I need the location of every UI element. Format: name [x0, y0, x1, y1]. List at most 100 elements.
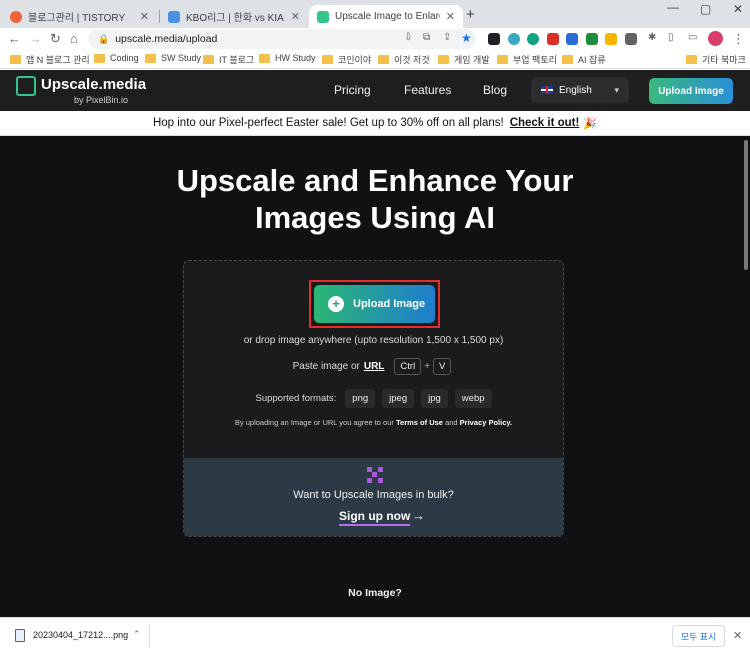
uk-flag-icon: [541, 86, 553, 94]
bookmark-star-icon[interactable]: ★: [461, 31, 472, 45]
close-icon[interactable]: ✕: [733, 629, 742, 642]
folder-icon: [259, 53, 270, 63]
paste-row: Paste image or URL Ctrl + V: [184, 358, 563, 375]
folder-icon: [438, 55, 449, 64]
bookmark-item[interactable]: 부업 팩토리: [497, 53, 557, 66]
translate-icon[interactable]: ⧉: [423, 32, 430, 43]
folder-icon: [562, 55, 573, 64]
bookmarks-bar: 앱 N 블로그 관리 Coding SW Study IT 블로그 HW Stu…: [0, 50, 750, 69]
supported-formats: Supported formats: png jpeg jpg webp: [184, 389, 563, 408]
terms-prefix: By uploading an Image or URL you agree t…: [234, 418, 394, 427]
back-icon[interactable]: ←: [8, 31, 21, 46]
logo-text[interactable]: Upscale.media: [41, 76, 146, 93]
site-header: Upscale.media by PixelBin.io Pricing Fea…: [0, 70, 750, 111]
plus-icon: +: [328, 296, 344, 312]
bookmark-item[interactable]: 이것 저것: [378, 53, 430, 66]
install-icon[interactable]: ⇩: [404, 32, 412, 43]
bookmark-label: 코인이야: [338, 55, 372, 65]
bookmark-item[interactable]: Coding: [94, 53, 139, 63]
download-file-name[interactable]: 20230404_17212....png: [33, 630, 128, 640]
extension-icon[interactable]: [488, 33, 500, 45]
upscale-favicon-icon: [317, 10, 329, 23]
forward-icon[interactable]: →: [29, 31, 42, 46]
bookmark-label: 이것 저것: [394, 55, 430, 65]
reading-list-icon[interactable]: ▭: [688, 32, 697, 43]
chevron-up-icon[interactable]: ⌃: [133, 629, 141, 640]
bookmark-label: 앱 N 블로그 관리: [26, 55, 90, 65]
restore-icon[interactable]: ▢: [700, 2, 711, 16]
upload-dropzone[interactable]: + Upload Image or drop image anywhere (u…: [183, 260, 564, 537]
divider: [149, 624, 150, 648]
privacy-policy-link[interactable]: Privacy Policy.: [460, 418, 512, 427]
address-bar[interactable]: 🔒 upscale.media/upload: [88, 29, 476, 49]
nav-pricing[interactable]: Pricing: [334, 83, 371, 97]
extension-icon[interactable]: [527, 33, 539, 45]
bookmark-item[interactable]: 게임 개발: [438, 53, 490, 66]
promo-banner: Hop into our Pixel-perfect Easter sale! …: [0, 111, 750, 136]
daum-favicon-icon: [168, 10, 180, 23]
tab-kbo[interactable]: KBO리그 | 한화 vs KIA | 다음스포 ✕: [160, 5, 308, 28]
extension-icon[interactable]: [508, 33, 520, 45]
extensions-puzzle-icon[interactable]: ✱: [648, 32, 656, 43]
upload-image-button[interactable]: + Upload Image: [314, 285, 435, 323]
bulk-grid-icon: [367, 467, 383, 483]
promo-cta-link[interactable]: Check it out!: [510, 117, 580, 129]
bookmark-item[interactable]: HW Study: [259, 53, 316, 63]
window-close-icon[interactable]: ✕: [733, 2, 743, 16]
terms-of-use-link[interactable]: Terms of Use: [396, 418, 443, 427]
bookmark-label: Coding: [110, 53, 139, 63]
bookmark-item[interactable]: 앱 N 블로그 관리: [10, 53, 90, 66]
bookmark-item-other[interactable]: 기타 북마크: [686, 53, 746, 66]
folder-icon: [10, 55, 21, 64]
share-icon[interactable]: ⇪: [443, 32, 451, 43]
logo-upscale-icon[interactable]: [16, 76, 36, 96]
sign-up-link[interactable]: Sign up now: [339, 509, 411, 526]
nav-blog[interactable]: Blog: [483, 83, 507, 97]
tab-upscale[interactable]: Upscale Image to Enlarge & Enh ✕: [309, 5, 463, 28]
download-bar: 20230404_17212....png ⌃ 모두 표시 ✕: [0, 617, 750, 653]
scrollbar-thumb[interactable]: [744, 140, 748, 270]
bookmark-label: IT 블로그: [219, 55, 255, 65]
language-selector[interactable]: English ▾: [531, 77, 629, 103]
terms-notice: By uploading an Image or URL you agree t…: [184, 418, 563, 427]
reload-icon[interactable]: ↻: [50, 31, 61, 47]
bookmark-item[interactable]: SW Study: [145, 53, 201, 63]
menu-kebab-icon[interactable]: ⋮: [732, 31, 745, 47]
extension-icon[interactable]: [566, 33, 578, 45]
logo-subtitle: by PixelBin.io: [74, 95, 129, 105]
bookmark-item[interactable]: AI 잡류: [562, 53, 606, 66]
format-chip-jpg: jpg: [421, 389, 448, 408]
format-chip-jpeg: jpeg: [382, 389, 415, 408]
profile-avatar[interactable]: [708, 31, 723, 46]
extension-icon[interactable]: [547, 33, 559, 45]
arrow-right-icon[interactable]: →: [412, 508, 425, 523]
key-ctrl: Ctrl: [394, 358, 422, 375]
main-content: Upscale and Enhance Your Images Using AI…: [0, 136, 750, 617]
minimize-icon[interactable]: —: [667, 0, 679, 14]
title-line-1: Upscale and Enhance Your: [176, 163, 574, 198]
bookmark-item[interactable]: 코인이야: [322, 53, 371, 66]
tab-title: KBO리그 | 한화 vs KIA | 다음스포: [186, 13, 285, 24]
sidepanel-icon[interactable]: ▯: [668, 32, 674, 43]
close-tab-icon[interactable]: ✕: [140, 10, 149, 23]
close-tab-icon[interactable]: ✕: [446, 10, 455, 23]
new-tab-icon[interactable]: +: [466, 6, 475, 23]
folder-icon: [378, 55, 389, 64]
show-all-button[interactable]: 모두 표시: [672, 625, 725, 647]
lock-icon[interactable]: 🔒: [98, 34, 109, 45]
header-upload-button[interactable]: Upload Image: [649, 78, 733, 104]
home-icon[interactable]: ⌂: [70, 31, 78, 46]
address-text: upscale.media/upload: [115, 33, 218, 45]
extension-icon[interactable]: [586, 33, 598, 45]
extension-icon[interactable]: [625, 33, 637, 45]
tab-tistory[interactable]: 블로그관리 | TISTORY ✕: [2, 5, 157, 28]
tab-title: Upscale Image to Enlarge & Enh: [335, 11, 440, 22]
close-tab-icon[interactable]: ✕: [291, 10, 300, 23]
bookmark-item[interactable]: IT 블로그: [203, 53, 254, 66]
extension-icon[interactable]: [605, 33, 617, 45]
nav-features[interactable]: Features: [404, 83, 451, 97]
folder-icon: [497, 55, 508, 64]
bookmark-label: 기타 북마크: [702, 55, 746, 65]
bookmark-label: SW Study: [161, 53, 202, 63]
url-link[interactable]: URL: [364, 361, 385, 372]
